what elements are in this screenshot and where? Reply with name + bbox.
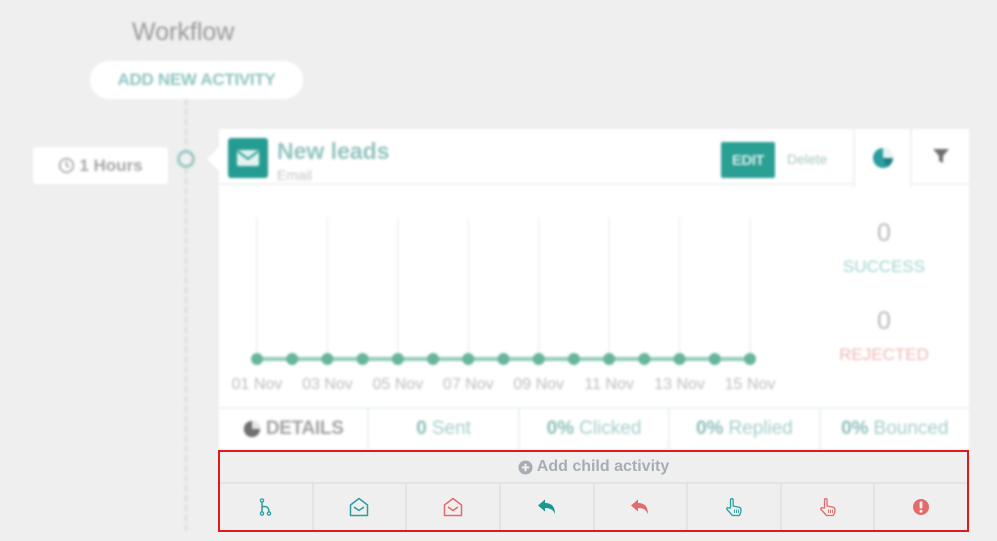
edit-button[interactable]: EDIT [721, 142, 775, 178]
child-action-clicked[interactable] [688, 484, 782, 530]
envelope-icon [228, 138, 268, 178]
activity-card: New leads Email EDIT Delete 01 Nov 03 Nov… [219, 129, 969, 449]
reply-icon [537, 499, 555, 514]
metric-bounced: 0% Bounced [821, 409, 969, 449]
clock-icon [59, 157, 75, 174]
exclamation-circle-icon [913, 499, 930, 515]
data-point[interactable] [497, 353, 510, 365]
add-child-label: Add child activity [536, 458, 670, 475]
x-tick-label: 07 Nov [443, 376, 494, 393]
activity-title: New leads [277, 138, 390, 164]
bounced-label: Bounced [873, 418, 949, 439]
data-point[interactable] [744, 353, 756, 365]
stats-summary: 0 SUCCESS 0 REJECTED [799, 187, 969, 402]
x-tick-label: 01 Nov [232, 376, 283, 393]
sent-label: Sent [431, 418, 471, 439]
details-label: DETAILS [265, 418, 344, 439]
hand-pointer-icon [726, 498, 742, 517]
data-point[interactable] [603, 353, 616, 365]
child-action-not-opened[interactable] [407, 484, 501, 530]
delete-link[interactable]: Delete [787, 151, 827, 167]
child-action-branch[interactable] [220, 484, 314, 530]
x-tick-label: 13 Nov [654, 376, 705, 393]
sent-line-chart: 01 Nov 03 Nov 05 Nov 07 Nov 09 Nov 11 Nov 13 N… [232, 217, 776, 393]
success-label: SUCCESS [842, 257, 926, 276]
x-tick-label: 11 Nov [584, 376, 634, 393]
clicked-label: Clicked [579, 418, 642, 439]
filter-icon [932, 149, 949, 163]
add-child-activity-button[interactable]: Add child activity [220, 452, 967, 484]
pie-chart-icon [243, 420, 260, 438]
plus-circle-icon [518, 459, 533, 475]
x-tick-label: 15 Nov [725, 376, 776, 393]
clicked-value: 0% [546, 418, 575, 439]
activity-type: Email [277, 167, 313, 183]
metric-clicked: 0% Clicked [520, 409, 671, 449]
metric-replied: 0% Replied [670, 409, 821, 449]
reply-icon [631, 499, 649, 514]
x-tick-label: 09 Nov [513, 376, 564, 393]
rejected-count: 0 [877, 307, 891, 335]
tab-stats[interactable] [853, 129, 912, 187]
data-point[interactable] [286, 353, 299, 365]
child-action-bounced[interactable] [875, 484, 967, 530]
envelope-open-icon [350, 497, 369, 517]
delay-badge[interactable]: 1 Hours [33, 147, 168, 184]
timeline-node [177, 150, 195, 168]
details-button[interactable]: DETAILS [219, 409, 370, 449]
data-point[interactable] [251, 353, 263, 365]
data-point[interactable] [462, 353, 475, 365]
data-point[interactable] [673, 353, 686, 365]
bounced-value: 0% [841, 418, 869, 439]
add-new-activity-button[interactable]: ADD NEW ACTIVITY [90, 61, 303, 99]
data-point[interactable] [427, 353, 440, 365]
child-action-not-replied[interactable] [595, 484, 689, 530]
x-tick-label: 05 Nov [373, 376, 424, 393]
child-action-opened[interactable] [314, 484, 408, 530]
activity-header: New leads Email EDIT Delete [219, 129, 853, 185]
metrics-row: DETAILS 0 Sent 0% Clicked 0% Replied 0% … [219, 407, 969, 449]
metric-sent: 0 Sent [369, 409, 520, 449]
rejected-label: REJECTED [839, 345, 929, 364]
data-point[interactable] [708, 353, 721, 365]
branch-icon [259, 498, 272, 516]
page-title: Workflow [132, 18, 235, 46]
data-point[interactable] [321, 353, 334, 365]
data-point[interactable] [532, 353, 545, 365]
data-point[interactable] [567, 353, 580, 365]
hand-pointer-icon [819, 498, 836, 517]
data-point[interactable] [638, 353, 651, 365]
tab-filter[interactable] [912, 129, 969, 185]
data-point[interactable] [391, 353, 404, 365]
replied-value: 0% [695, 418, 724, 439]
x-tick-label: 03 Nov [302, 376, 353, 393]
replied-label: Replied [728, 418, 793, 439]
child-action-not-clicked[interactable] [782, 484, 876, 530]
success-count: 0 [877, 219, 891, 247]
child-action-replied[interactable] [501, 484, 595, 530]
card-pointer [207, 147, 219, 171]
envelope-open-icon [443, 497, 463, 517]
child-action-row [220, 484, 967, 530]
delay-label: 1 Hours [79, 155, 143, 175]
child-activity-panel: Add child activity [218, 450, 969, 532]
pie-chart-icon [872, 148, 893, 168]
data-point[interactable] [356, 353, 369, 365]
sent-value: 0 [416, 418, 427, 439]
